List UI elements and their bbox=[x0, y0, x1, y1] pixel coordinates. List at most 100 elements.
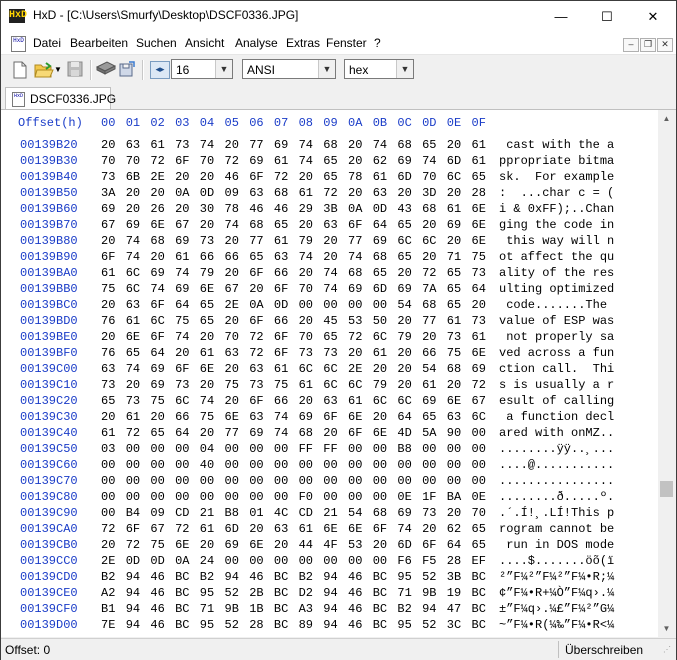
hex-byte[interactable]: 63 bbox=[373, 186, 387, 200]
hex-byte[interactable]: 7A bbox=[422, 282, 436, 296]
hex-byte[interactable]: 6C bbox=[422, 234, 436, 248]
hex-byte[interactable]: 94 bbox=[126, 602, 140, 616]
hex-byte[interactable]: B8 bbox=[225, 506, 239, 520]
hex-byte[interactable]: 00 bbox=[422, 458, 436, 472]
hex-byte[interactable]: 6F bbox=[249, 394, 263, 408]
hex-byte[interactable]: 72 bbox=[422, 266, 436, 280]
hex-byte[interactable]: 6E bbox=[175, 538, 189, 552]
hex-byte[interactable]: 72 bbox=[126, 426, 140, 440]
hex-byte[interactable]: 63 bbox=[126, 298, 140, 312]
hex-byte[interactable]: 6C bbox=[397, 394, 411, 408]
hex-byte[interactable]: BC bbox=[274, 570, 288, 584]
hex-byte[interactable]: 74 bbox=[225, 218, 239, 232]
hex-byte[interactable]: 72 bbox=[126, 538, 140, 552]
hex-byte[interactable]: 20 bbox=[397, 362, 411, 376]
ascii-text[interactable]: not properly sa bbox=[499, 330, 614, 344]
ram-chip-icon[interactable] bbox=[95, 61, 117, 79]
hex-byte[interactable]: 0D bbox=[274, 298, 288, 312]
hex-byte[interactable]: 69 bbox=[126, 218, 140, 232]
hex-byte[interactable]: 00 bbox=[249, 554, 263, 568]
hex-byte[interactable]: 68 bbox=[249, 218, 263, 232]
hex-byte[interactable]: 66 bbox=[422, 346, 436, 360]
hex-byte[interactable]: 4D bbox=[397, 426, 411, 440]
hex-byte[interactable]: 00 bbox=[126, 474, 140, 488]
hex-byte[interactable]: 40 bbox=[200, 458, 214, 472]
menu-ansicht[interactable]: Ansicht bbox=[185, 36, 224, 50]
hex-byte[interactable]: 74 bbox=[274, 410, 288, 424]
ascii-text[interactable]: ved across a fun bbox=[499, 346, 614, 360]
hex-byte[interactable]: 61 bbox=[101, 266, 115, 280]
hex-byte[interactable]: 6C bbox=[126, 282, 140, 296]
hex-byte[interactable]: 00 bbox=[101, 458, 115, 472]
hex-byte[interactable]: BC bbox=[472, 570, 486, 584]
hex-byte[interactable]: 20 bbox=[348, 346, 362, 360]
hex-byte[interactable]: 6C bbox=[397, 234, 411, 248]
menu-suchen[interactable]: Suchen bbox=[136, 36, 177, 50]
hex-byte[interactable]: 20 bbox=[299, 314, 313, 328]
ascii-text[interactable]: ction call. Thi bbox=[499, 362, 614, 376]
hex-byte[interactable]: 20 bbox=[373, 410, 387, 424]
ascii-text[interactable]: ared with onMZ.. bbox=[499, 426, 614, 440]
hex-byte[interactable]: 69 bbox=[348, 282, 362, 296]
hex-byte[interactable]: 20 bbox=[150, 186, 164, 200]
hex-byte[interactable]: 00 bbox=[373, 458, 387, 472]
hex-byte[interactable]: 20 bbox=[225, 394, 239, 408]
hex-byte[interactable]: 0A bbox=[175, 186, 189, 200]
hex-byte[interactable]: 69 bbox=[397, 282, 411, 296]
hex-byte[interactable]: 00 bbox=[126, 490, 140, 504]
hex-byte[interactable]: 72 bbox=[225, 154, 239, 168]
hex-byte[interactable]: 20 bbox=[397, 346, 411, 360]
hex-byte[interactable]: BC bbox=[175, 586, 189, 600]
hex-byte[interactable]: F5 bbox=[422, 554, 436, 568]
hex-byte[interactable]: 46 bbox=[348, 618, 362, 632]
hex-byte[interactable]: BC bbox=[175, 570, 189, 584]
tab-dscf0336[interactable]: HxD DSCF0336.JPG bbox=[5, 87, 116, 109]
hex-byte[interactable]: 79 bbox=[299, 234, 313, 248]
hex-byte[interactable]: 6D bbox=[447, 154, 461, 168]
hex-byte[interactable]: 68 bbox=[150, 234, 164, 248]
hex-byte[interactable]: BC bbox=[274, 602, 288, 616]
hex-byte[interactable]: 20 bbox=[225, 314, 239, 328]
open-folder-icon[interactable] bbox=[34, 61, 54, 79]
hex-byte[interactable]: 3D bbox=[422, 186, 436, 200]
hex-byte[interactable]: 6E bbox=[323, 522, 337, 536]
hex-byte[interactable]: 0E bbox=[397, 490, 411, 504]
hex-byte[interactable]: 74 bbox=[126, 362, 140, 376]
hex-byte[interactable]: 20 bbox=[150, 250, 164, 264]
hex-byte[interactable]: 79 bbox=[397, 330, 411, 344]
hex-byte[interactable]: 72 bbox=[249, 346, 263, 360]
ascii-text[interactable]: esult of calling bbox=[499, 394, 614, 408]
open-dropdown-arrow-icon[interactable]: ▼ bbox=[53, 61, 63, 79]
hex-editor-view[interactable]: Offset(h) 00 01 02 03 04 05 06 07 08 09 0A 0B 0C 0D 0E 0… bbox=[1, 110, 658, 637]
chevron-down-icon[interactable]: ▼ bbox=[215, 60, 232, 78]
hex-byte[interactable]: 20 bbox=[472, 298, 486, 312]
ascii-text[interactable]: ........ð.....º. bbox=[499, 490, 614, 504]
hex-byte[interactable]: 63 bbox=[225, 346, 239, 360]
hex-byte[interactable]: 0D bbox=[200, 186, 214, 200]
hex-byte[interactable]: 65 bbox=[472, 538, 486, 552]
hex-byte[interactable]: 00 bbox=[323, 490, 337, 504]
hex-byte[interactable]: 73 bbox=[126, 394, 140, 408]
hex-byte[interactable]: 61 bbox=[447, 314, 461, 328]
hex-byte[interactable]: 70 bbox=[472, 506, 486, 520]
hex-byte[interactable]: 28 bbox=[447, 554, 461, 568]
hex-byte[interactable]: 72 bbox=[175, 522, 189, 536]
hex-byte[interactable]: 20 bbox=[447, 378, 461, 392]
hex-byte[interactable]: 52 bbox=[225, 586, 239, 600]
hex-byte[interactable]: 61 bbox=[299, 186, 313, 200]
hex-byte[interactable]: 6E bbox=[373, 426, 387, 440]
hex-byte[interactable]: 6E bbox=[225, 410, 239, 424]
hex-byte[interactable]: 67 bbox=[472, 394, 486, 408]
hex-byte[interactable]: BC bbox=[472, 618, 486, 632]
hex-byte[interactable]: 20 bbox=[323, 234, 337, 248]
hex-byte[interactable]: 74 bbox=[150, 282, 164, 296]
hex-byte[interactable]: 68 bbox=[274, 186, 288, 200]
hex-byte[interactable]: 6C bbox=[348, 378, 362, 392]
hex-byte[interactable]: 65 bbox=[373, 266, 387, 280]
hex-byte[interactable]: 00 bbox=[397, 474, 411, 488]
hex-byte[interactable]: 00 bbox=[472, 426, 486, 440]
hex-byte[interactable]: 00 bbox=[150, 474, 164, 488]
ascii-text[interactable]: .´.Í!¸.LÍ!This p bbox=[499, 506, 614, 520]
hex-byte[interactable]: 68 bbox=[397, 138, 411, 152]
hex-byte[interactable]: 47 bbox=[447, 602, 461, 616]
